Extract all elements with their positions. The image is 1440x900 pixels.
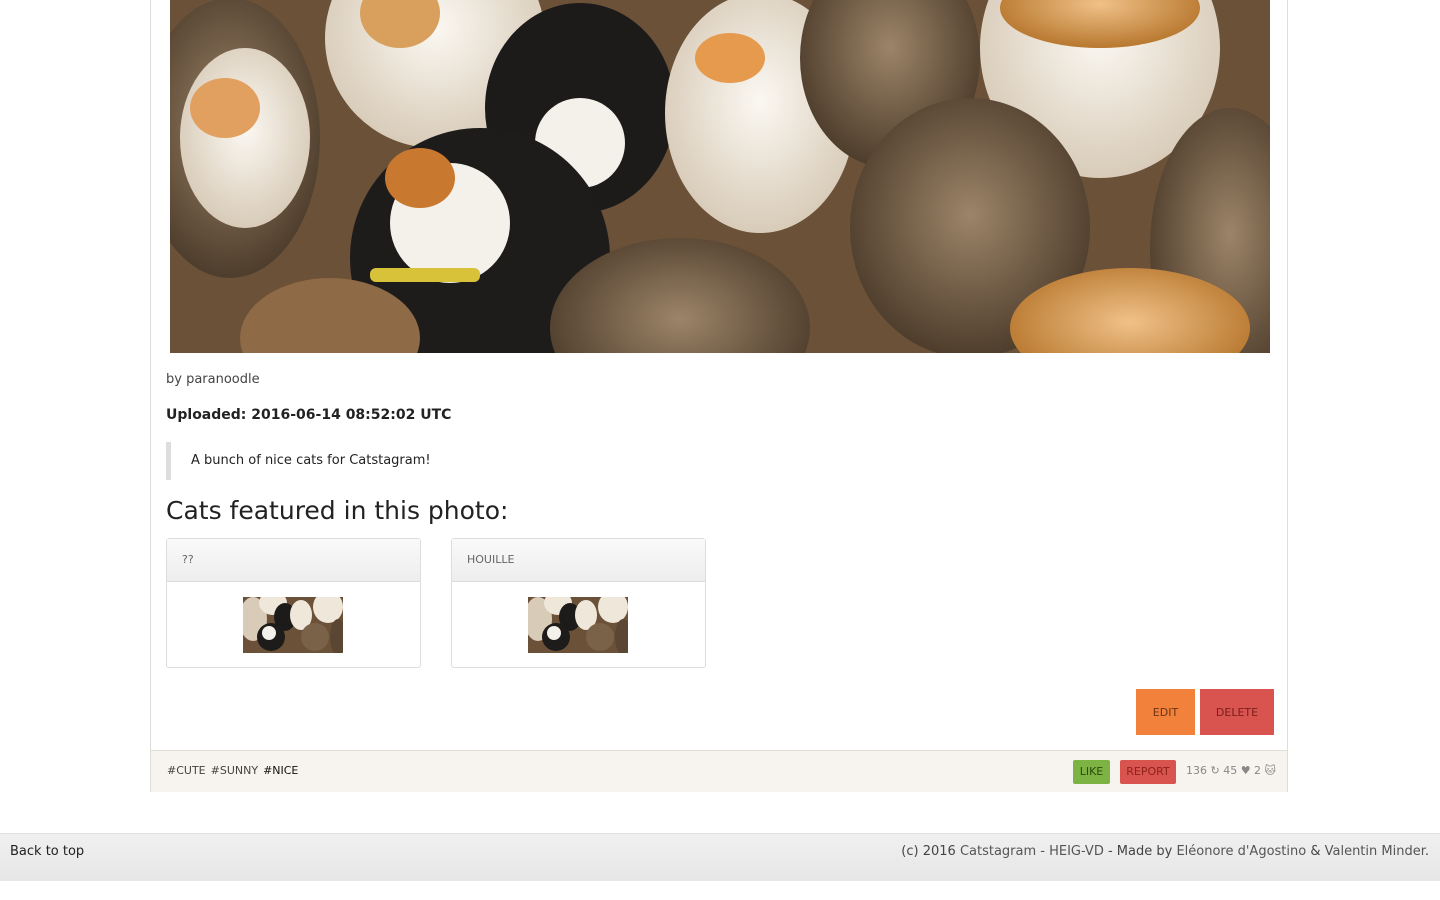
footer-credit: (c) 2016 Catstagram - HEIG-VD - Made by …	[901, 834, 1429, 870]
upload-date: Uploaded: 2016-06-14 08:52:02 UTC	[166, 407, 452, 423]
photo-description: A bunch of nice cats for Catstagram!	[166, 442, 566, 480]
report-button[interactable]: REPORT	[1120, 760, 1176, 784]
edit-button[interactable]: EDIT	[1136, 689, 1195, 735]
page-footer: Back to top (c) 2016 Catstagram - HEIG-V…	[0, 833, 1440, 881]
author-link[interactable]: Eléonore d'Agostino	[1176, 844, 1306, 859]
cat-card-name: HOUILLE	[452, 539, 705, 582]
tag-link[interactable]: #NICE	[263, 764, 298, 777]
photo-footer-bar: #CUTE #SUNNY #NICE LIKE REPORT 136 ↻ 45 ♥ …	[151, 750, 1287, 792]
cat-thumbnail[interactable]	[243, 597, 343, 653]
credit-and: &	[1306, 844, 1325, 859]
photo-stats: 136 ↻ 45 ♥ 2 🐱	[1186, 764, 1277, 777]
back-to-top-link[interactable]: Back to top	[10, 834, 84, 870]
author-byline: by paranoodle	[166, 372, 260, 387]
credit-prefix: (c) 2016	[901, 844, 960, 859]
tag-list: #CUTE #SUNNY #NICE	[167, 764, 303, 777]
cat-thumbnail[interactable]	[528, 597, 628, 653]
delete-button[interactable]: DELETE	[1200, 689, 1274, 735]
cat-card[interactable]: HOUILLE	[451, 538, 706, 668]
cats-photo	[170, 0, 1270, 353]
credit-mid: - Made by	[1103, 844, 1177, 859]
credit-end: .	[1424, 844, 1429, 859]
cat-card-name: ??	[167, 539, 420, 582]
site-link[interactable]: Catstagram - HEIG-VD	[960, 844, 1104, 859]
cats-featured-heading: Cats featured in this photo:	[166, 496, 509, 525]
tag-link[interactable]: #SUNNY	[211, 764, 258, 777]
author-link[interactable]: Valentin Minder	[1325, 844, 1425, 859]
like-button[interactable]: LIKE	[1073, 760, 1110, 784]
tag-link[interactable]: #CUTE	[167, 764, 206, 777]
cat-card[interactable]: ??	[166, 538, 421, 668]
photo-panel: by paranoodle Uploaded: 2016-06-14 08:52…	[150, 0, 1288, 792]
